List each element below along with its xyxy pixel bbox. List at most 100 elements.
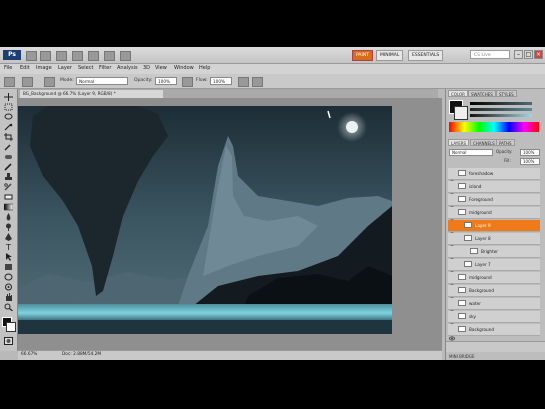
mini-bridge-tab[interactable]: MINI BRIDGE [449, 353, 474, 360]
bridge-icon[interactable] [26, 51, 37, 61]
hand-tool-icon[interactable] [88, 51, 99, 61]
eye-icon[interactable] [449, 261, 455, 276]
dodge-tool-icon[interactable] [4, 223, 13, 231]
eraser-tool-icon[interactable] [4, 193, 13, 201]
layer-row[interactable]: Layer 8 [448, 233, 540, 250]
layer-row[interactable]: sky [448, 311, 540, 328]
layer-row[interactable]: foreshadow [448, 168, 540, 185]
zoom-readout[interactable]: 66.67% [21, 352, 37, 357]
history-brush-tool-icon[interactable] [4, 183, 13, 191]
layer-opacity-field[interactable]: 100% [520, 149, 540, 156]
extras-icon[interactable] [56, 51, 67, 61]
screen-mode-icon[interactable] [120, 51, 131, 61]
document-tab[interactable]: BG_Background @ 66.7% (Layer 9, RGB/8) * [20, 90, 163, 98]
layer-row[interactable]: Layer 9 [448, 220, 540, 237]
menu-layer[interactable]: Layer [58, 65, 72, 71]
eye-icon[interactable] [449, 313, 455, 328]
eye-icon[interactable] [449, 326, 455, 341]
red-slider[interactable] [470, 102, 532, 105]
background-color-swatch[interactable] [6, 322, 16, 332]
layer-row[interactable]: island [448, 181, 540, 198]
menu-file[interactable]: File [4, 65, 12, 71]
layer-row[interactable]: Foreground [448, 194, 540, 211]
menu-window[interactable]: Window [174, 65, 194, 71]
tab-swatches[interactable]: SWATCHES [468, 90, 496, 97]
cs-live-search[interactable]: CS Live [470, 50, 510, 59]
eye-icon[interactable] [449, 248, 455, 263]
eye-icon[interactable] [449, 235, 455, 250]
layer-fill-field[interactable]: 100% [520, 158, 540, 165]
quick-mask-icon[interactable] [4, 337, 13, 345]
tab-layers[interactable]: LAYERS [448, 139, 470, 146]
eyedropper-tool-icon[interactable] [4, 143, 13, 151]
eye-icon[interactable] [449, 300, 455, 315]
layer-row[interactable]: midground [448, 272, 540, 289]
eye-icon[interactable] [449, 222, 455, 237]
tab-color[interactable]: COLOR [448, 90, 468, 97]
layer-row[interactable]: water [448, 298, 540, 315]
close-button[interactable]: × [534, 50, 543, 59]
blend-mode-select[interactable]: Normal [449, 149, 493, 156]
maximize-button[interactable]: □ [524, 50, 533, 59]
zoom-tool-icon[interactable] [4, 303, 13, 311]
layer-row[interactable]: midground [448, 207, 540, 224]
menu-select[interactable]: Select [78, 65, 93, 71]
pressure-size-icon[interactable] [252, 77, 263, 87]
brush-preset-icon[interactable] [4, 77, 15, 87]
layer-row[interactable]: Background [448, 285, 540, 302]
healing-brush-tool-icon[interactable] [4, 153, 13, 161]
eye-icon[interactable] [449, 209, 455, 224]
panel-background-swatch[interactable] [454, 106, 468, 120]
hand-tool-icon[interactable] [4, 293, 13, 301]
green-slider[interactable] [470, 108, 532, 111]
move-tool-icon[interactable] [4, 93, 13, 101]
blue-slider[interactable] [470, 114, 532, 117]
menu-image[interactable]: Image [36, 65, 52, 71]
type-tool-icon[interactable]: T [4, 243, 13, 251]
lasso-tool-icon[interactable] [4, 113, 13, 121]
menu-filter[interactable]: Filter [99, 65, 111, 71]
layer-row[interactable]: Background [448, 324, 540, 341]
color-ramp[interactable] [449, 122, 539, 132]
document-canvas[interactable] [18, 106, 392, 334]
opacity-field[interactable]: 100% [155, 77, 177, 85]
tab-styles[interactable]: STYLES [496, 90, 517, 97]
airbrush-icon[interactable] [238, 77, 249, 87]
marquee-tool-icon[interactable] [4, 103, 13, 111]
pen-tool-icon[interactable] [4, 233, 13, 241]
menu-analysis[interactable]: Analysis [117, 65, 138, 71]
blur-tool-icon[interactable] [4, 213, 13, 221]
minimize-button[interactable]: – [514, 50, 523, 59]
tab-channels[interactable]: CHANNELS [470, 139, 498, 146]
workspace-paint-button[interactable]: PAINT [352, 50, 373, 61]
tab-paths[interactable]: PATHS [496, 139, 515, 146]
menu-edit[interactable]: Edit [20, 65, 30, 71]
workspace-minimal-button[interactable]: MINIMAL [376, 50, 404, 61]
path-selection-tool-icon[interactable] [4, 253, 13, 261]
eye-icon[interactable] [449, 183, 455, 198]
arrange-documents-icon[interactable] [104, 51, 115, 61]
brush-panel-icon[interactable] [44, 77, 55, 87]
eye-icon[interactable] [449, 274, 455, 289]
workspace-essentials-button[interactable]: ESSENTIALS [408, 50, 444, 61]
flow-field[interactable]: 100% [210, 77, 232, 85]
shape-tool-icon[interactable] [4, 263, 13, 271]
3d-rotate-tool-icon[interactable] [4, 273, 13, 281]
brush-tool-icon[interactable] [4, 163, 13, 171]
clone-stamp-tool-icon[interactable] [4, 173, 13, 181]
gradient-tool-icon[interactable] [4, 203, 13, 211]
quick-select-tool-icon[interactable] [4, 123, 13, 131]
menu-3d[interactable]: 3D [143, 65, 150, 71]
menu-help[interactable]: Help [199, 65, 210, 71]
brush-size-icon[interactable] [22, 77, 33, 87]
pressure-opacity-icon[interactable] [182, 77, 193, 87]
mini-bridge-icon[interactable] [40, 51, 51, 61]
zoom-level-icon[interactable] [72, 51, 83, 61]
eye-icon[interactable] [449, 287, 455, 302]
menu-view[interactable]: View [155, 65, 167, 71]
eye-icon[interactable] [449, 196, 455, 211]
3d-orbit-tool-icon[interactable] [4, 283, 13, 291]
mode-select[interactable]: Normal [76, 77, 128, 85]
crop-tool-icon[interactable] [4, 133, 13, 141]
layer-row[interactable]: Layer 7 [448, 259, 540, 276]
